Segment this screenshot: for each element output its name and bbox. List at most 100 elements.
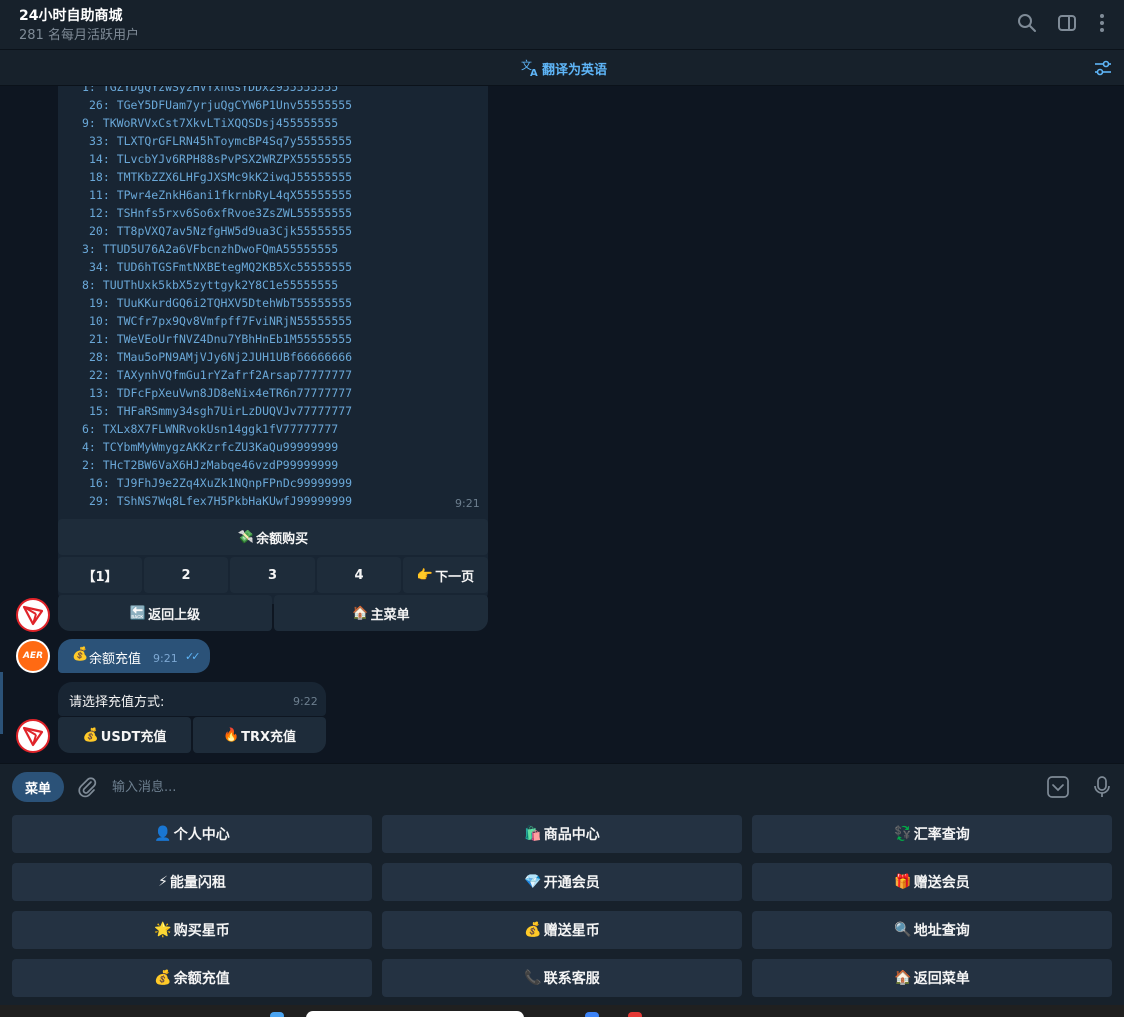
page-4-button[interactable]: 4 (317, 557, 401, 593)
trx-recharge-button[interactable]: 🔥 TRX充值 (193, 717, 326, 753)
address-line: 10: TWCfr7px9Qv8Vmfpff7FviNRjN55555555 (89, 314, 353, 328)
back-to-menu-label: 返回菜单 (913, 971, 970, 987)
balance-recharge-label: 余额充值 (173, 971, 230, 987)
address-line: 29: TShNS7Wq8Lfex7H5PkbHaKUwfJ99999999 (89, 494, 353, 508)
address-query-button[interactable]: 🔍 地址查询 (752, 911, 1112, 949)
selection-indicator (0, 672, 3, 734)
address-line: 33: TLXTQrGFLRN45hToymcBP4Sq7y55555555 (89, 134, 353, 148)
contact-support-button[interactable]: 📞 联系客服 (382, 959, 742, 997)
microphone-icon[interactable] (1091, 775, 1113, 799)
message-input[interactable] (112, 776, 1012, 798)
address-line: 13: TDFcFpXeuVwn8JD8eNix4eTR6n77777777 (89, 386, 353, 400)
bot-menu-button[interactable]: 菜单 (12, 772, 64, 802)
buy-stars-button[interactable]: 🌟 购买星币 (12, 911, 372, 949)
money-wings-icon: 💸 (237, 529, 255, 545)
next-page-label: 下一页 (435, 569, 475, 585)
translate-settings-icon[interactable] (1093, 58, 1113, 78)
address-line: 26: TGeY5DFUam7yrjuQgCYW6P1Unv55555555 (89, 98, 353, 112)
taskbar-search[interactable] (306, 1011, 524, 1017)
main-menu-button[interactable]: 🏠 主菜单 (274, 595, 488, 631)
usdt-recharge-label: USDT充值 (100, 729, 167, 745)
next-page-button[interactable]: 👉 下一页 (403, 557, 488, 593)
money-bag-icon: 💰 (154, 970, 172, 986)
gift-icon: 🎁 (894, 874, 912, 890)
address-line: 3: TTUD5U76A2a6VFbcnzhDwoFQmA55555555 (82, 242, 339, 256)
exchange-rate-label: 汇率查询 (913, 827, 970, 843)
main-menu-label: 主菜单 (370, 607, 410, 623)
product-center-button[interactable]: 🛍️ 商品中心 (382, 815, 742, 853)
back-button[interactable]: 🔙 返回上级 (58, 595, 272, 631)
gem-icon: 💎 (524, 874, 542, 890)
money-bag-icon: 💰 (524, 922, 542, 938)
incoming-time: 9:22 (293, 695, 318, 708)
open-membership-button[interactable]: 💎 开通会员 (382, 863, 742, 901)
personal-center-button[interactable]: 👤 个人中心 (12, 815, 372, 853)
house-icon: 🏠 (894, 970, 912, 986)
exchange-rate-button[interactable]: 💱 汇率查询 (752, 815, 1112, 853)
reply-keyboard: 👤 个人中心 🛍️ 商品中心 💱 汇率查询 ⚡ 能量闪租 💎 开通会员 🎁 赠送会员 🌟 购买星币 💰 赠送星… (0, 809, 1124, 1005)
more-vertical-icon[interactable] (1091, 12, 1113, 34)
chat-title: 24小时自助商城 (19, 8, 123, 24)
back-arrow-icon: 🔙 (129, 605, 147, 621)
bot-avatar[interactable] (16, 598, 50, 632)
open-membership-label: 开通会员 (543, 875, 600, 891)
message-list[interactable]: 1: TGZYDgQYzwSyzHVYxnGsYDDx2955555555 26:… (0, 86, 1124, 763)
composer: 菜单 (0, 763, 1124, 809)
read-receipt-icon: ✓✓ (185, 650, 201, 663)
balance-recharge-button[interactable]: 💰 余额充值 (12, 959, 372, 997)
exchange-icon: 💱 (894, 826, 912, 842)
incoming-text: 请选择充值方式: (69, 695, 165, 710)
back-label: 返回上级 (148, 607, 201, 623)
product-center-label: 商品中心 (543, 827, 600, 843)
page-3-button[interactable]: 3 (230, 557, 315, 593)
telegram-window: 24小时自助商城 281 名每月活跃用户 文 A 翻译为英语 1: TGZYDg… (0, 0, 1124, 1017)
address-line: 12: TSHnfs5rxv6So6xfRvoe3ZsZWL55555555 (89, 206, 353, 220)
outgoing-message[interactable]: 💰 余额充值 9:21 ✓✓ (58, 639, 210, 673)
back-to-menu-button[interactable]: 🏠 返回菜单 (752, 959, 1112, 997)
translate-button[interactable]: 翻译为英语 (542, 59, 607, 78)
money-bag-icon: 💰 (72, 647, 89, 662)
usdt-recharge-button[interactable]: 💰 USDT充值 (58, 717, 191, 753)
address-line: 8: TUUThUxk5kbX5zyttgyk2Y8C1e55555555 (82, 278, 339, 292)
chat-header[interactable]: 24小时自助商城 281 名每月活跃用户 (0, 0, 1124, 50)
address-line: 14: TLvcbYJv6RPH88sPvPSX2WRZPX55555555 (89, 152, 353, 166)
keyboard-toggle-icon[interactable] (1046, 776, 1070, 798)
tron-logo-icon (22, 726, 44, 747)
gift-membership-label: 赠送会员 (913, 875, 970, 891)
address-query-label: 地址查询 (913, 923, 970, 939)
start-icon[interactable] (270, 1012, 284, 1017)
app-icon[interactable] (628, 1012, 642, 1017)
magnifier-icon: 🔍 (894, 922, 912, 938)
address-line: 19: TUuKKurdGQ6i2TQHXV5DtehWbT55555555 (89, 296, 353, 310)
tron-logo-icon (22, 605, 44, 626)
translate-bar: 文 A 翻译为英语 (0, 50, 1124, 86)
app-icon[interactable] (585, 1012, 599, 1017)
user-avatar[interactable]: AER (16, 639, 50, 673)
message-time: 9:21 (455, 497, 480, 510)
balance-buy-button[interactable]: 💸 余额购买 (58, 519, 488, 555)
address-line: 4: TCYbmMyWmygzAKKzrfcZU3KaQu99999999 (82, 440, 339, 454)
address-line: 11: TPwr4eZnkH6ani1fkrnbRyL4qX55555555 (89, 188, 353, 202)
gift-stars-label: 赠送星币 (543, 923, 600, 939)
incoming-message[interactable]: 请选择充值方式: 9:22 (58, 682, 326, 716)
svg-text:A: A (530, 68, 538, 78)
gift-membership-button[interactable]: 🎁 赠送会员 (752, 863, 1112, 901)
energy-rent-button[interactable]: ⚡ 能量闪租 (12, 863, 372, 901)
gift-stars-button[interactable]: 💰 赠送星币 (382, 911, 742, 949)
balance-buy-label: 余额购买 (256, 531, 309, 547)
search-icon[interactable] (1016, 12, 1038, 34)
fire-icon: 🔥 (222, 727, 240, 743)
attach-icon[interactable] (76, 776, 98, 798)
address-line: 1: TGZYDgQYzwSyzHVYxnGsYDDx2955555555 (82, 86, 339, 94)
contact-support-label: 联系客服 (543, 971, 600, 987)
house-icon: 🏠 (352, 605, 369, 621)
shopping-bags-icon: 🛍️ (524, 826, 542, 842)
personal-center-label: 个人中心 (173, 827, 230, 843)
page-2-button[interactable]: 2 (144, 557, 228, 593)
page-1-button[interactable]: 【1】 (58, 557, 142, 593)
sidebar-toggle-icon[interactable] (1056, 12, 1078, 34)
bot-avatar[interactable] (16, 719, 50, 753)
address-line: 22: TAXynhVQfmGu1rYZafrf2Arsap77777777 (89, 368, 353, 382)
os-taskbar (0, 1005, 1124, 1017)
address-line: 21: TWeVEoUrfNVZ4Dnu7YBhHnEb1M55555555 (89, 332, 353, 346)
